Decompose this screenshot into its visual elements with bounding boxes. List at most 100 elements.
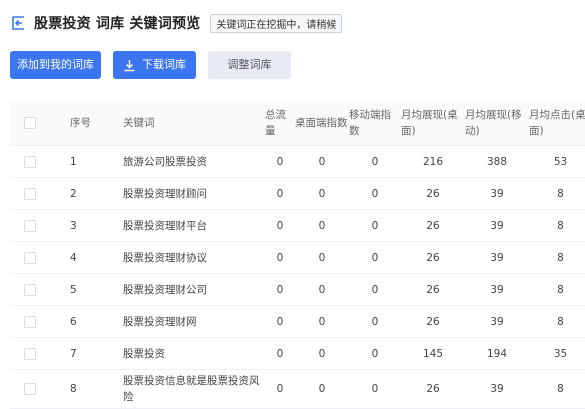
row-index: 7 (70, 337, 123, 370)
row-monthly-show-desktop: 26 (401, 209, 465, 242)
row-monthly-click-desktop: 53 (529, 145, 585, 178)
select-all-cell (10, 101, 70, 146)
row-checkbox[interactable] (24, 155, 36, 168)
row-total-traffic: 0 (265, 209, 295, 242)
table-row[interactable]: 4 股票投资理财协议 0 0 0 26 39 8 (10, 241, 585, 274)
row-checkbox[interactable] (24, 347, 36, 360)
row-select-cell (10, 241, 70, 274)
column-header-monthly-click-desktop[interactable]: 月均点击(桌面) (529, 101, 585, 146)
row-monthly-show-mobile: 39 (465, 305, 529, 338)
keyword-table: 序号 关键词 总流量 桌面端指数 移动端指数 月均展现(桌面) 月均展现(移动)… (10, 101, 585, 409)
row-keyword: 股票投资理财协议 (123, 241, 265, 274)
row-keyword: 股票投资理财平台 (123, 209, 265, 242)
row-mobile-index: 0 (349, 209, 401, 242)
row-keyword: 股票投资理财网 (123, 305, 265, 338)
row-mobile-index: 0 (349, 369, 401, 409)
row-monthly-show-desktop: 26 (401, 177, 465, 210)
row-desktop-index: 0 (295, 145, 349, 178)
row-monthly-show-mobile: 39 (465, 241, 529, 274)
row-monthly-show-desktop: 26 (401, 305, 465, 338)
row-select-cell (10, 209, 70, 242)
row-monthly-click-desktop: 8 (529, 369, 585, 409)
column-header-monthly-show-desktop[interactable]: 月均展现(桌面) (401, 101, 465, 146)
row-total-traffic: 0 (265, 273, 295, 306)
row-index: 5 (70, 273, 123, 306)
row-keyword: 旅游公司股票投资 (123, 145, 265, 178)
row-monthly-show-mobile: 388 (465, 145, 529, 178)
page-title: 股票投资 词库 关键词预览 (34, 16, 201, 32)
row-total-traffic: 0 (265, 145, 295, 178)
row-total-traffic: 0 (265, 305, 295, 338)
row-desktop-index: 0 (295, 273, 349, 306)
table-header-row: 序号 关键词 总流量 桌面端指数 移动端指数 月均展现(桌面) 月均展现(移动)… (10, 101, 585, 146)
row-monthly-show-desktop: 26 (401, 369, 465, 409)
row-checkbox[interactable] (24, 251, 36, 264)
row-checkbox[interactable] (24, 283, 36, 296)
row-index: 8 (70, 369, 123, 409)
column-header-index[interactable]: 序号 (70, 101, 123, 146)
row-total-traffic: 0 (265, 369, 295, 409)
status-badge: 关键词正在挖掘中，请稍候 (210, 13, 343, 33)
download-library-button[interactable]: 下载词库 (113, 51, 196, 79)
row-mobile-index: 0 (349, 145, 401, 178)
back-icon[interactable] (10, 15, 26, 31)
row-monthly-click-desktop: 35 (529, 337, 585, 370)
row-monthly-click-desktop: 8 (529, 209, 585, 242)
table-row[interactable]: 3 股票投资理财平台 0 0 0 26 39 8 (10, 209, 585, 242)
row-index: 1 (70, 145, 123, 178)
row-monthly-show-mobile: 39 (465, 177, 529, 210)
row-monthly-show-mobile: 39 (465, 273, 529, 306)
row-select-cell (10, 337, 70, 370)
column-header-mobile-index[interactable]: 移动端指数 (349, 101, 401, 146)
column-header-desktop-index[interactable]: 桌面端指数 (295, 101, 349, 146)
table-row[interactable]: 8 股票投资信息就是股票投资风险 0 0 0 26 39 8 (10, 369, 585, 409)
row-index: 3 (70, 209, 123, 242)
select-all-checkbox[interactable] (24, 117, 36, 129)
download-button-label: 下载词库 (142, 58, 186, 71)
row-total-traffic: 0 (265, 177, 295, 210)
row-keyword: 股票投资理财顾问 (123, 177, 265, 210)
toolbar: 添加到我的词库 下载词库 调整词库 (10, 51, 291, 79)
row-desktop-index: 0 (295, 305, 349, 338)
row-keyword: 股票投资 (123, 337, 265, 370)
row-select-cell (10, 305, 70, 338)
column-header-total-traffic[interactable]: 总流量 (265, 101, 295, 146)
adjust-library-button[interactable]: 调整词库 (208, 51, 291, 79)
row-mobile-index: 0 (349, 273, 401, 306)
column-header-keyword[interactable]: 关键词 (123, 101, 265, 146)
row-select-cell (10, 177, 70, 210)
row-checkbox[interactable] (24, 219, 36, 232)
row-total-traffic: 0 (265, 337, 295, 370)
row-select-cell (10, 369, 70, 409)
table-row[interactable]: 7 股票投资 0 0 0 145 194 35 (10, 337, 585, 370)
row-monthly-show-desktop: 145 (401, 337, 465, 370)
add-to-library-button[interactable]: 添加到我的词库 (10, 51, 101, 79)
row-monthly-show-mobile: 39 (465, 209, 529, 242)
page-header: 股票投资 词库 关键词预览 关键词正在挖掘中，请稍候 (10, 12, 343, 34)
row-monthly-click-desktop: 8 (529, 305, 585, 338)
row-monthly-show-desktop: 26 (401, 273, 465, 306)
row-monthly-show-desktop: 216 (401, 145, 465, 178)
table-row[interactable]: 5 股票投资理财公司 0 0 0 26 39 8 (10, 273, 585, 306)
row-desktop-index: 0 (295, 369, 349, 409)
table-row[interactable]: 1 旅游公司股票投资 0 0 0 216 388 53 (10, 145, 585, 178)
row-total-traffic: 0 (265, 241, 295, 274)
row-select-cell (10, 145, 70, 178)
row-checkbox[interactable] (24, 187, 36, 200)
row-monthly-show-mobile: 39 (465, 369, 529, 409)
row-monthly-show-desktop: 26 (401, 241, 465, 274)
row-desktop-index: 0 (295, 337, 349, 370)
column-header-monthly-show-mobile[interactable]: 月均展现(移动) (465, 101, 529, 146)
download-icon (124, 59, 135, 71)
row-checkbox[interactable] (24, 383, 36, 395)
row-mobile-index: 0 (349, 177, 401, 210)
row-desktop-index: 0 (295, 177, 349, 210)
row-keyword: 股票投资信息就是股票投资风险 (123, 369, 265, 409)
row-mobile-index: 0 (349, 241, 401, 274)
row-desktop-index: 0 (295, 241, 349, 274)
row-checkbox[interactable] (24, 315, 36, 328)
row-index: 6 (70, 305, 123, 338)
table-row[interactable]: 2 股票投资理财顾问 0 0 0 26 39 8 (10, 177, 585, 210)
row-mobile-index: 0 (349, 305, 401, 338)
table-row[interactable]: 6 股票投资理财网 0 0 0 26 39 8 (10, 305, 585, 338)
